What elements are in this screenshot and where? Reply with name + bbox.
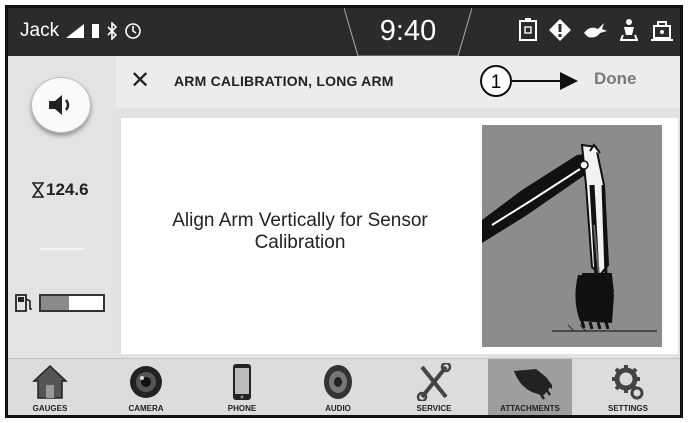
fuel-pump-icon bbox=[15, 294, 32, 312]
nav-label: SETTINGS bbox=[607, 404, 648, 413]
callout-number: 1 bbox=[480, 65, 512, 97]
bottom-nav: GAUGES CAMERA PHONE AUDIO SERVICE ATTACH… bbox=[8, 358, 680, 415]
left-rail: 124.6 bbox=[8, 56, 116, 358]
fuel-level bbox=[14, 293, 105, 313]
nav-label: AUDIO bbox=[325, 404, 351, 413]
clock-icon bbox=[125, 23, 141, 39]
nav-service[interactable]: SERVICE bbox=[392, 359, 476, 415]
nav-label: CAMERA bbox=[128, 404, 164, 413]
operator-seat-icon[interactable] bbox=[618, 18, 640, 42]
display-screen: Jack 9:40 124.6 ✕ ARM CALIBRATION, LONG … bbox=[5, 5, 683, 418]
calibration-panel: Align Arm Vertically for Sensor Calibrat… bbox=[121, 118, 678, 354]
bluetooth-icon bbox=[107, 22, 118, 40]
battery-icon bbox=[92, 24, 100, 38]
status-left: Jack bbox=[20, 20, 142, 42]
phone-icon bbox=[233, 364, 251, 400]
warning-icon[interactable] bbox=[548, 18, 572, 42]
engine-lock-icon[interactable] bbox=[650, 18, 674, 42]
nav-label: GAUGES bbox=[32, 404, 68, 413]
volume-button[interactable] bbox=[31, 77, 91, 133]
clock-time: 9:40 bbox=[379, 15, 437, 47]
tools-icon bbox=[416, 363, 452, 401]
fuel-gauge bbox=[39, 294, 105, 312]
hours-value: 124.6 bbox=[46, 180, 89, 199]
fuel-gauge-fill bbox=[41, 296, 69, 310]
camera-icon bbox=[130, 366, 162, 398]
calibration-header: ✕ ARM CALIBRATION, LONG ARM 1 Done bbox=[116, 56, 680, 108]
callout-arrow-icon bbox=[560, 72, 578, 90]
nav-audio[interactable]: AUDIO bbox=[296, 359, 380, 415]
close-icon[interactable]: ✕ bbox=[130, 66, 150, 95]
house-icon bbox=[32, 364, 68, 399]
hourglass-icon bbox=[32, 182, 44, 198]
parking-brake-icon[interactable] bbox=[518, 18, 538, 42]
nav-label: ATTACHMENTS bbox=[500, 404, 560, 413]
status-indicators bbox=[518, 18, 674, 42]
nav-phone[interactable]: PHONE bbox=[200, 359, 284, 415]
excavator-arm-illustration bbox=[482, 125, 662, 347]
instruction-text: Align Arm Vertically for Sensor Calibrat… bbox=[172, 210, 428, 253]
rabbit-speed-icon[interactable] bbox=[582, 19, 608, 41]
nav-attachments[interactable]: ATTACHMENTS bbox=[488, 359, 572, 415]
gear-icon bbox=[612, 365, 644, 400]
page-title: ARM CALIBRATION, LONG ARM bbox=[174, 73, 394, 89]
nav-label: PHONE bbox=[227, 404, 257, 413]
nav-gauges[interactable]: GAUGES bbox=[8, 359, 92, 415]
nav-settings[interactable]: SETTINGS bbox=[586, 359, 670, 415]
status-bar: Jack 9:40 bbox=[8, 8, 680, 56]
hour-meter: 124.6 bbox=[32, 180, 89, 200]
done-button[interactable]: Done bbox=[594, 69, 637, 89]
callout-arrow-line bbox=[512, 80, 564, 82]
signal-icon bbox=[66, 24, 85, 38]
speaker-icon bbox=[324, 365, 352, 399]
speaker-volume-icon bbox=[49, 95, 70, 115]
nav-label: SERVICE bbox=[416, 404, 452, 413]
excavator-arm-icon bbox=[482, 125, 662, 347]
user-name[interactable]: Jack bbox=[20, 20, 59, 42]
bucket-icon bbox=[514, 369, 552, 400]
rail-divider bbox=[40, 248, 84, 250]
nav-camera[interactable]: CAMERA bbox=[104, 359, 188, 415]
